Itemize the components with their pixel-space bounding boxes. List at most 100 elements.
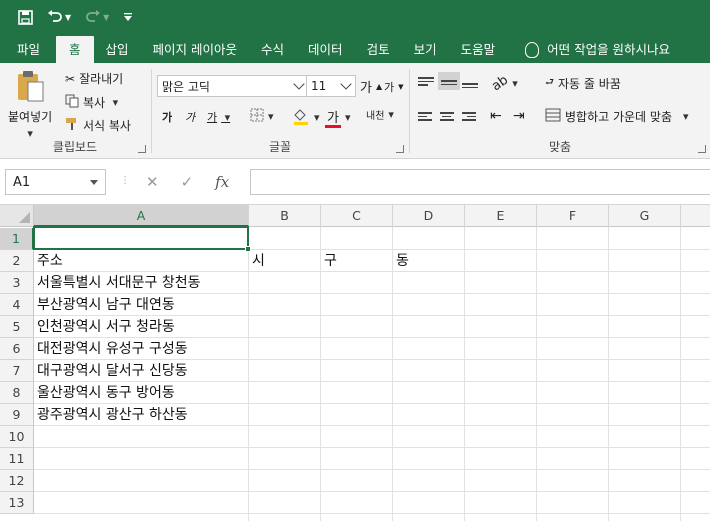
row-header-11[interactable]: 11 bbox=[0, 448, 34, 470]
wrap-text-button[interactable]: ⮐ 자동 줄 바꿈 bbox=[545, 75, 621, 92]
fill-color-button[interactable]: ▾ bbox=[292, 107, 320, 128]
clipboard-launcher-icon[interactable] bbox=[138, 145, 146, 153]
decrease-indent-button[interactable]: ⇤ bbox=[490, 108, 502, 124]
merge-center-button[interactable]: 병합하고 가운데 맞춤 ▾ bbox=[545, 108, 689, 125]
row-header-2[interactable]: 2 bbox=[0, 250, 34, 272]
formula-buttons: ✕ ✓ fx bbox=[146, 169, 229, 195]
increase-indent-button[interactable]: ⇥ bbox=[513, 108, 525, 124]
font-launcher-icon[interactable] bbox=[396, 145, 404, 153]
orientation-button[interactable]: ab ▾ bbox=[489, 73, 518, 95]
undo-icon[interactable]: ▼ bbox=[47, 10, 71, 24]
format-painter-button[interactable]: 서식 복사 bbox=[65, 117, 131, 134]
row-header-12[interactable]: 12 bbox=[0, 470, 34, 492]
formula-bar: A1 ⋮ ✕ ✓ fx bbox=[0, 159, 710, 205]
cell-d2[interactable]: 동 bbox=[393, 250, 409, 272]
orientation-icon: ab bbox=[489, 72, 512, 95]
font-color-button[interactable]: 가 ▾ bbox=[325, 107, 351, 128]
spreadsheet-grid: A B C D E F G 1 2 3 4 5 6 7 8 9 10 11 12… bbox=[0, 205, 710, 521]
copy-button[interactable]: 복사 ▾ bbox=[65, 94, 118, 111]
row-header-6[interactable]: 6 bbox=[0, 338, 34, 360]
cell-a6[interactable]: 대전광역시 유성구 구성동 bbox=[34, 338, 188, 360]
italic-button[interactable]: 가 bbox=[185, 109, 195, 125]
cell-b2[interactable]: 시 bbox=[249, 250, 265, 272]
paste-icon bbox=[15, 69, 45, 106]
tab-insert[interactable]: 삽입 bbox=[94, 36, 141, 63]
customize-icon[interactable] bbox=[123, 12, 133, 22]
fill-handle[interactable] bbox=[245, 246, 251, 252]
formula-input[interactable] bbox=[250, 169, 710, 195]
column-header-h[interactable] bbox=[681, 205, 710, 227]
tab-page-layout[interactable]: 페이지 레이아웃 bbox=[141, 36, 249, 63]
row-header-4[interactable]: 4 bbox=[0, 294, 34, 316]
column-header-e[interactable]: E bbox=[465, 205, 537, 227]
underline-button[interactable]: 가 ▾ bbox=[207, 109, 230, 125]
grow-font-button[interactable]: 가 ▲ bbox=[360, 77, 382, 96]
gridline bbox=[34, 491, 710, 492]
border-icon bbox=[250, 108, 264, 125]
align-top-icon bbox=[418, 75, 434, 88]
cut-button[interactable]: ✂ 잘라내기 bbox=[65, 70, 123, 87]
cell-c2[interactable]: 구 bbox=[321, 250, 337, 272]
gridline bbox=[34, 469, 710, 470]
row-header-9[interactable]: 9 bbox=[0, 404, 34, 426]
cell-a5[interactable]: 인천광역시 서구 청라동 bbox=[34, 316, 175, 338]
tab-formulas[interactable]: 수식 bbox=[249, 36, 296, 63]
align-right-button[interactable] bbox=[462, 110, 476, 123]
align-left-button[interactable] bbox=[418, 110, 432, 123]
border-button[interactable]: ▾ bbox=[250, 108, 274, 125]
row-header-13[interactable]: 13 bbox=[0, 492, 34, 514]
cell-a7[interactable]: 대구광역시 달서구 신당동 bbox=[34, 360, 188, 382]
align-center-button[interactable] bbox=[440, 110, 454, 123]
cancel-icon[interactable]: ✕ bbox=[146, 173, 159, 191]
alignment-launcher-icon[interactable] bbox=[698, 145, 706, 153]
row-header-1[interactable]: 1 bbox=[0, 228, 34, 250]
chevron-down-icon: ▾ bbox=[109, 96, 119, 109]
cell-a4[interactable]: 부산광역시 남구 대연동 bbox=[34, 294, 175, 316]
cell-a3[interactable]: 서울특별시 서대문구 창천동 bbox=[34, 272, 200, 294]
align-top-button[interactable] bbox=[418, 75, 434, 88]
row-header-7[interactable]: 7 bbox=[0, 360, 34, 382]
redo-icon[interactable]: ▼ bbox=[85, 10, 109, 24]
cell-a2[interactable]: 주소 bbox=[34, 250, 63, 272]
paste-button[interactable]: 붙여넣기 ▾ bbox=[8, 69, 52, 140]
select-all-button[interactable] bbox=[0, 205, 34, 227]
shrink-font-button[interactable]: 가 ▼ bbox=[384, 79, 404, 95]
cell-a8[interactable]: 울산광역시 동구 방어동 bbox=[34, 382, 175, 404]
column-header-d[interactable]: D bbox=[393, 205, 465, 227]
tab-home[interactable]: 홈 bbox=[56, 36, 94, 63]
alignment-group: ab ▾ ⮐ 자동 줄 바꿈 ⇤ ⇥ 병합하고 가운데 맞춤 ▾ 맞춤 bbox=[410, 63, 710, 159]
more-icon: ⋮ bbox=[120, 175, 130, 186]
enter-icon[interactable]: ✓ bbox=[181, 173, 194, 191]
align-bottom-button[interactable] bbox=[462, 81, 478, 90]
row-header-3[interactable]: 3 bbox=[0, 272, 34, 294]
column-header-f[interactable]: F bbox=[537, 205, 609, 227]
font-size-select[interactable]: 11 bbox=[306, 75, 356, 97]
ribbon-tabs: 파일 홈 삽입 페이지 레이아웃 수식 데이터 검토 보기 도움말 어떤 작업을… bbox=[0, 34, 710, 63]
column-header-b[interactable]: B bbox=[249, 205, 321, 227]
tell-me-box[interactable]: 어떤 작업을 원하시나요 bbox=[513, 36, 682, 63]
column-header-c[interactable]: C bbox=[321, 205, 393, 227]
tab-view[interactable]: 보기 bbox=[402, 36, 449, 63]
phonetic-button[interactable]: 내천 ▾ bbox=[366, 107, 394, 122]
ribbon: 붙여넣기 ▾ ✂ 잘라내기 복사 ▾ 서식 복사 클립보드 맑은 고딕 11 가… bbox=[0, 63, 710, 159]
name-box[interactable]: A1 bbox=[5, 169, 106, 195]
row-header-10[interactable]: 10 bbox=[0, 426, 34, 448]
tab-review[interactable]: 검토 bbox=[355, 36, 402, 63]
save-icon[interactable] bbox=[18, 9, 33, 25]
active-cell-a1[interactable] bbox=[33, 226, 251, 252]
tab-help[interactable]: 도움말 bbox=[449, 36, 508, 63]
row-header-5[interactable]: 5 bbox=[0, 316, 34, 338]
bold-button[interactable]: 가 bbox=[162, 109, 172, 125]
cell-a9[interactable]: 광주광역시 광산구 하산동 bbox=[34, 404, 188, 426]
tab-data[interactable]: 데이터 bbox=[296, 36, 355, 63]
align-bottom-icon bbox=[462, 81, 478, 90]
row-header-8[interactable]: 8 bbox=[0, 382, 34, 404]
scissors-icon: ✂ bbox=[65, 71, 76, 86]
lightbulb-icon bbox=[525, 41, 540, 58]
tab-file[interactable]: 파일 bbox=[0, 36, 56, 63]
column-header-g[interactable]: G bbox=[609, 205, 681, 227]
align-middle-button[interactable] bbox=[438, 72, 460, 90]
function-icon[interactable]: fx bbox=[215, 173, 229, 191]
font-name-select[interactable]: 맑은 고딕 bbox=[157, 75, 309, 97]
column-header-a[interactable]: A bbox=[34, 205, 249, 227]
